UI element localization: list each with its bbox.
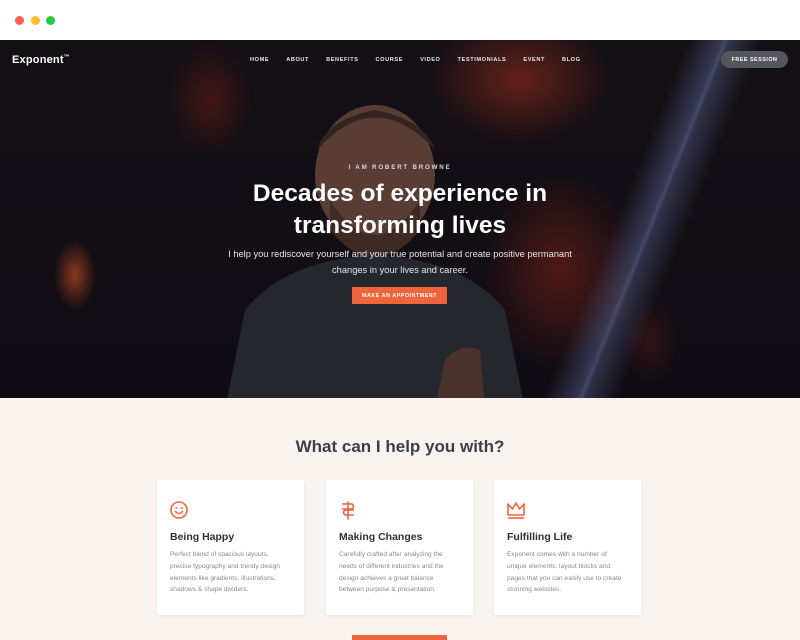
card-description-line: design achieves a great balance <box>339 574 434 582</box>
nav-item-home[interactable]: HOME <box>250 57 269 63</box>
nav-item-testimonials[interactable]: TESTIMONIALS <box>458 57 507 63</box>
card-description-line: Carefully crafted after analyzing the <box>339 551 443 558</box>
maximize-window-button[interactable] <box>46 16 55 25</box>
card-description: Carefully crafted after analyzing the ne… <box>339 549 464 596</box>
free-session-button[interactable]: FREE SESSION <box>721 51 788 68</box>
card-description: Exponent comes with a number of unique e… <box>507 549 632 596</box>
hero-headline: Decades of experience in transforming li… <box>200 178 600 242</box>
services-section: What can I help you with? Being Happy Pe… <box>0 398 800 640</box>
card-description-line: Exponent comes with a number of <box>507 551 607 558</box>
close-window-button[interactable] <box>15 16 24 25</box>
card-description-line: Perfect blend of spacious layouts, <box>170 551 269 558</box>
service-card-being-happy[interactable]: Being Happy Perfect blend of spacious la… <box>157 480 304 615</box>
card-description-line: elements like gradients, illustrations, <box>170 574 276 582</box>
services-title: What can I help you with? <box>295 437 505 456</box>
card-description-line: shadows & shape dividers. <box>170 586 249 594</box>
nav-item-benefits[interactable]: BENEFITS <box>326 57 358 63</box>
site-logo[interactable]: Exponent™ <box>12 54 70 66</box>
card-description-line: pages that you can easily use to create <box>507 574 622 582</box>
minimize-window-button[interactable] <box>31 16 40 25</box>
card-title: Fulfilling Life <box>507 531 573 543</box>
service-card-making-changes[interactable]: Making Changes Carefully crafted after a… <box>326 480 473 615</box>
nav-item-course[interactable]: COURSE <box>376 57 404 63</box>
card-title: Being Happy <box>170 531 235 543</box>
card-description-line: precise typography and trendy design <box>170 562 280 570</box>
card-description-line: needs of different industries and the <box>339 562 444 570</box>
smiley-icon <box>170 501 188 519</box>
card-description-line: unique elements, layout blocks and <box>507 562 611 570</box>
main-nav: HOME ABOUT BENEFITS COURSE VIDEO TESTIMO… <box>250 57 598 63</box>
browser-toolbar <box>0 0 800 41</box>
partial-button-peek[interactable] <box>352 635 447 640</box>
hero-subtext-line-2: changes in your lives and career. <box>332 265 468 275</box>
nav-item-event[interactable]: EVENT <box>523 57 545 63</box>
nav-item-about[interactable]: ABOUT <box>286 57 309 63</box>
card-title: Making Changes <box>339 531 423 543</box>
hero-headline-line-1: Decades of experience in <box>252 180 548 207</box>
nav-item-video[interactable]: VIDEO <box>420 57 440 63</box>
hero-section: Exponent™ HOME ABOUT BENEFITS COURSE VID… <box>0 40 800 398</box>
hero-eyebrow: I AM ROBERT BROWNE <box>348 164 452 171</box>
nav-item-blog[interactable]: BLOG <box>562 57 581 63</box>
card-description-line: stunning websites. <box>507 586 562 594</box>
hero-subtext-line-1: I help you rediscover yourself and your … <box>228 249 572 259</box>
hero-subtext: I help you rediscover yourself and your … <box>220 246 580 278</box>
service-card-fulfilling-life[interactable]: Fulfilling Life Exponent comes with a nu… <box>494 480 641 615</box>
hero-headline-line-2: transforming lives <box>293 212 507 239</box>
make-appointment-button[interactable]: MAKE AN APPOINTMENT <box>352 287 447 304</box>
signpost-icon <box>342 501 355 520</box>
card-description: Perfect blend of spacious layouts, preci… <box>170 549 295 596</box>
card-description-line: between purpose & presentation. <box>339 586 436 594</box>
crown-icon <box>507 502 525 519</box>
